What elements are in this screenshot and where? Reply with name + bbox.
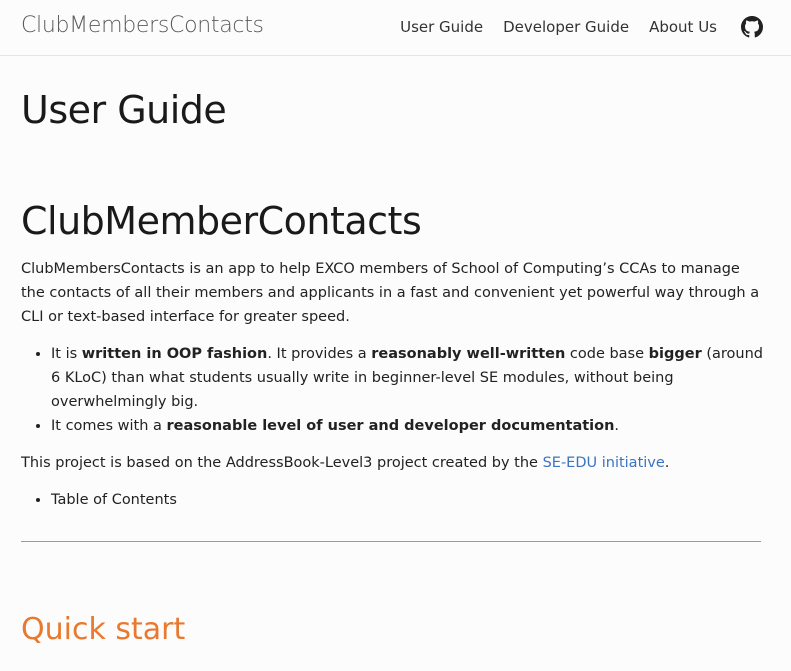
list-item: It comes with a reasonable level of user… — [51, 414, 766, 438]
based-on-paragraph: This project is based on the AddressBook… — [21, 451, 766, 475]
page-title: User Guide — [21, 88, 227, 132]
section-heading: ClubMemberContacts — [21, 198, 422, 243]
text: code base — [565, 346, 649, 363]
bold-text: written in OOP fashion — [81, 346, 268, 363]
bold-text: reasonably well-written — [371, 346, 566, 363]
nav-link-user-guide[interactable]: User Guide — [400, 18, 483, 36]
text: It comes with a — [51, 418, 167, 435]
text: . — [664, 455, 670, 472]
github-icon[interactable] — [741, 16, 763, 38]
text: . It provides a — [267, 346, 372, 363]
navbar: ClubMembersContacts User Guide Developer… — [0, 0, 791, 56]
bold-text: bigger — [648, 346, 702, 363]
nav-links: User Guide Developer Guide About Us — [380, 16, 763, 38]
toc-item[interactable]: Table of Contents — [51, 488, 766, 512]
intro-paragraph: ClubMembersContacts is an app to help EX… — [21, 261, 760, 326]
divider — [21, 541, 761, 543]
bold-text: reasonable level of user and developer d… — [166, 418, 615, 435]
text: This project is based on the AddressBook… — [21, 455, 543, 472]
quick-start-heading: Quick start — [21, 612, 186, 648]
text: . — [614, 418, 620, 435]
main-content: User Guide ClubMemberContacts ClubMember… — [21, 56, 766, 648]
list-item: It is written in OOP fashion. It provide… — [51, 342, 766, 414]
nav-link-about-us[interactable]: About Us — [649, 18, 717, 36]
toc-list: Table of Contents — [21, 488, 766, 512]
se-edu-link[interactable]: SE-EDU initiative — [543, 455, 665, 471]
nav-link-developer-guide[interactable]: Developer Guide — [503, 18, 629, 36]
text: It is — [51, 346, 82, 363]
feature-list: It is written in OOP fashion. It provide… — [21, 342, 766, 438]
brand-link[interactable]: ClubMembersContacts — [21, 13, 264, 38]
